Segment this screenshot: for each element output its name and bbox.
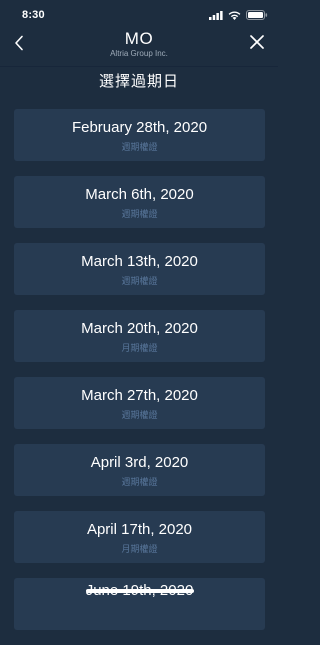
close-button[interactable]	[246, 31, 268, 53]
page-title: 選擇過期日	[98, 73, 179, 90]
date-option[interactable]: March 6th, 2020 週期權證	[14, 176, 265, 228]
status-bar: 8:30	[0, 0, 278, 26]
date-option[interactable]: June 19th, 2020	[14, 578, 265, 630]
date-label: April 3rd, 2020	[90, 454, 189, 471]
date-label: March 27th, 2020	[81, 387, 198, 404]
date-label: March 6th, 2020	[85, 186, 194, 203]
date-option[interactable]: April 3rd, 2020 週期權證	[14, 444, 265, 496]
option-type-label: 月期權證	[121, 343, 158, 353]
date-label: February 28th, 2020	[71, 119, 208, 136]
close-icon	[250, 35, 264, 49]
option-type-label: 月期權證	[121, 544, 158, 554]
date-label: April 17th, 2020	[86, 521, 193, 538]
company-subtitle: Altria Group Inc.	[110, 49, 168, 58]
date-option[interactable]: March 13th, 2020 週期權證	[14, 243, 265, 295]
date-option[interactable]: April 17th, 2020 月期權證	[14, 511, 265, 563]
ticker-title: MO	[124, 29, 154, 48]
date-option[interactable]: March 20th, 2020 月期權證	[14, 310, 265, 362]
option-type-label: 週期權證	[121, 410, 158, 420]
option-type-label: 週期權證	[121, 276, 158, 286]
option-type-label: 週期權證	[121, 209, 158, 219]
status-icons	[209, 10, 268, 20]
wifi-icon	[228, 10, 241, 20]
date-option[interactable]: February 28th, 2020 週期權證	[14, 109, 265, 161]
option-type-label: 週期權證	[121, 477, 158, 487]
expiration-date-list: February 28th, 2020 週期權證 March 6th, 2020…	[14, 109, 265, 645]
date-label: March 13th, 2020	[81, 253, 198, 270]
status-time: 8:30	[22, 9, 45, 21]
option-type-label: 週期權證	[121, 142, 158, 152]
date-label: March 20th, 2020	[81, 320, 198, 337]
nav-bar: MO Altria Group Inc.	[0, 26, 278, 67]
home-indicator[interactable]	[86, 589, 194, 593]
signal-icon	[209, 10, 223, 20]
date-option[interactable]: March 27th, 2020 週期權證	[14, 377, 265, 429]
battery-icon	[246, 10, 268, 20]
